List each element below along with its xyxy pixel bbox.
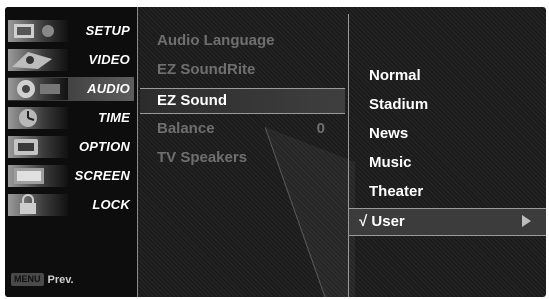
- option-label: Music: [369, 154, 412, 171]
- setup-thumbnail-icon: [8, 20, 68, 42]
- submenu-item-audio-language[interactable]: Audio Language: [140, 29, 345, 53]
- option-theater[interactable]: Theater: [349, 179, 546, 205]
- sidebar-item-setup[interactable]: SETUP: [8, 19, 134, 43]
- video-thumbnail-icon: [8, 49, 68, 71]
- sidebar-item-label: SETUP: [85, 23, 130, 38]
- sidebar-item-label: AUDIO: [87, 81, 130, 96]
- sidebar-item-screen[interactable]: SCREEN: [8, 164, 134, 188]
- submenu-item-label: TV Speakers: [157, 149, 248, 166]
- lock-thumbnail-icon: [8, 194, 68, 216]
- option-label: Stadium: [369, 96, 429, 113]
- sidebar-item-time[interactable]: TIME: [8, 106, 134, 130]
- option-label: √ User: [359, 213, 405, 230]
- connector-decoration: [265, 127, 355, 297]
- sidebar-item-label: TIME: [98, 110, 130, 125]
- sidebar-item-audio[interactable]: AUDIO: [8, 77, 134, 101]
- option-music[interactable]: Music: [349, 150, 546, 176]
- time-thumbnail-icon: [8, 107, 68, 129]
- sidebar-item-option[interactable]: OPTION: [8, 135, 134, 159]
- option-label: Theater: [369, 183, 424, 200]
- sidebar-item-label: OPTION: [78, 139, 130, 154]
- submenu-item-ez-sound[interactable]: EZ Sound: [140, 88, 345, 114]
- option-label: Normal: [369, 67, 421, 84]
- option-news[interactable]: News: [349, 121, 546, 147]
- option-user[interactable]: √ User: [349, 208, 546, 236]
- submenu-item-label: Balance: [157, 120, 215, 137]
- prev-hint: MENU Prev.: [11, 273, 74, 286]
- audio-thumbnail-icon: [8, 78, 68, 100]
- option-thumbnail-icon: [8, 136, 68, 158]
- menu-key-icon: MENU: [11, 273, 44, 286]
- sidebar-item-label: SCREEN: [74, 168, 130, 183]
- sidebar-item-label: VIDEO: [88, 52, 130, 67]
- submenu-item-ez-soundrite[interactable]: EZ SoundRite: [140, 58, 345, 82]
- submenu-item-label: EZ Sound: [157, 92, 227, 109]
- submenu-item-label: EZ SoundRite: [157, 61, 256, 78]
- option-label: News: [369, 125, 409, 142]
- sidebar-item-label: LOCK: [92, 197, 130, 212]
- submenu-item-label: Audio Language: [157, 32, 275, 49]
- option-stadium[interactable]: Stadium: [349, 92, 546, 118]
- category-sidebar: SETUP VIDEO AUDIO TIME OPTION SCREEN LOC…: [5, 7, 138, 297]
- prev-label: Prev.: [47, 273, 74, 286]
- option-normal[interactable]: Normal: [349, 63, 546, 89]
- tv-osd-menu: SETUP VIDEO AUDIO TIME OPTION SCREEN LOC…: [5, 7, 546, 297]
- sidebar-item-video[interactable]: VIDEO: [8, 48, 134, 72]
- arrow-right-icon: [522, 215, 531, 227]
- ez-sound-options: Normal Stadium News Music Theater √ User: [348, 14, 546, 297]
- sidebar-item-lock[interactable]: LOCK: [8, 193, 134, 217]
- screen-thumbnail-icon: [8, 165, 68, 187]
